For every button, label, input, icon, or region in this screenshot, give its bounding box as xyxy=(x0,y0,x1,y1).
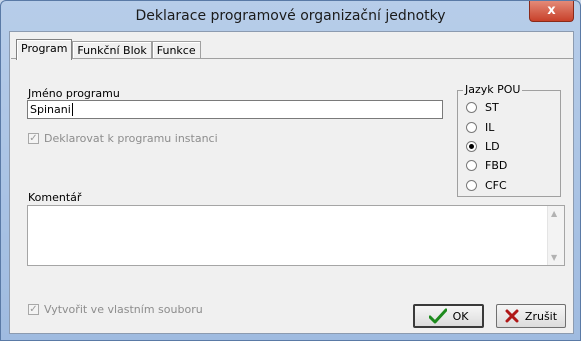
radio-cfc[interactable]: CFC xyxy=(466,179,507,192)
radio-st-label: ST xyxy=(485,101,499,114)
text-caret xyxy=(72,103,73,116)
radio-il-label: IL xyxy=(485,121,495,134)
radio-cfc-indicator[interactable] xyxy=(466,180,477,191)
ok-button-label: OK xyxy=(452,309,469,323)
dialog-client-area: Program Funkční Blok Funkce Jméno progra… xyxy=(9,31,574,334)
radio-ld-indicator[interactable] xyxy=(466,141,477,152)
tab-function[interactable]: Funkce xyxy=(151,41,201,59)
language-group: Jazyk POU ST IL LD FBD CFC xyxy=(457,83,561,197)
window-title: Deklarace programové organizační jednotk… xyxy=(135,8,446,24)
comment-scrollbar[interactable]: ▲ ▼ xyxy=(547,206,564,265)
tab-panel-program: Jméno programu Spinani ✓ Deklarovat k pr… xyxy=(11,58,573,334)
radio-ld[interactable]: LD xyxy=(466,140,500,153)
dialog-window: Deklarace programové organizační jednotk… xyxy=(0,0,581,341)
ok-button[interactable]: OK xyxy=(413,304,484,328)
tab-function-block[interactable]: Funkční Blok xyxy=(72,41,152,59)
tab-program[interactable]: Program xyxy=(16,39,73,60)
radio-ld-label: LD xyxy=(485,140,500,153)
radio-il-indicator[interactable] xyxy=(466,122,477,133)
tab-strip: Program Funkční Blok Funkce xyxy=(16,39,201,60)
declare-instance-label: Deklarovat k programu instanci xyxy=(44,132,218,145)
radio-st[interactable]: ST xyxy=(466,101,499,114)
program-name-label: Jméno programu xyxy=(28,87,120,100)
cancel-button[interactable]: Zrušit xyxy=(496,304,566,328)
program-name-input[interactable]: Spinani xyxy=(27,100,443,119)
radio-st-indicator[interactable] xyxy=(466,102,477,113)
radio-fbd[interactable]: FBD xyxy=(466,159,507,172)
title-bar[interactable]: Deklarace programové organizační jednotk… xyxy=(1,1,580,31)
own-file-label: Vytvořit ve vlastním souboru xyxy=(44,303,203,316)
checkmark-icon xyxy=(428,308,447,324)
cancel-button-label: Zrušit xyxy=(524,309,558,323)
radio-cfc-label: CFC xyxy=(485,179,507,192)
cross-icon xyxy=(505,309,519,323)
radio-fbd-label: FBD xyxy=(485,159,508,172)
scroll-up-icon[interactable]: ▲ xyxy=(551,209,557,218)
comment-label: Komentář xyxy=(28,191,82,204)
declare-instance-checkbox[interactable]: ✓ xyxy=(28,133,39,144)
program-name-value: Spinani xyxy=(30,103,71,116)
comment-textarea[interactable]: ▲ ▼ xyxy=(27,205,565,266)
close-icon: x xyxy=(547,3,556,18)
own-file-checkbox[interactable]: ✓ xyxy=(28,304,39,315)
radio-il[interactable]: IL xyxy=(466,121,494,134)
radio-fbd-indicator[interactable] xyxy=(466,160,477,171)
scroll-down-icon[interactable]: ▼ xyxy=(551,253,557,262)
close-button[interactable]: x xyxy=(529,1,574,22)
language-group-title: Jazyk POU xyxy=(463,83,523,96)
